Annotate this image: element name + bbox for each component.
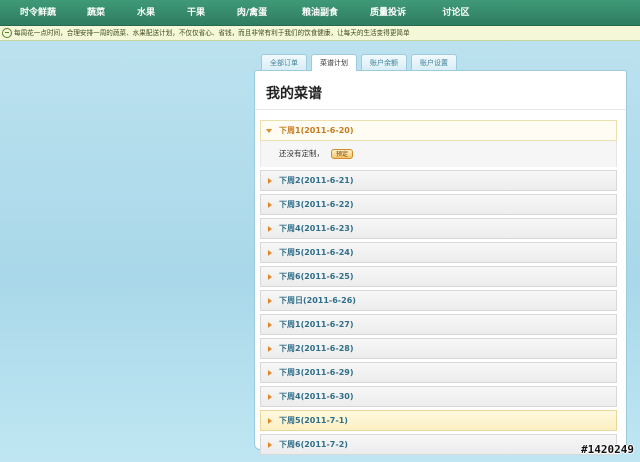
tab-account-settings[interactable]: 账户设置: [411, 54, 457, 70]
chevron-right-icon: [268, 298, 272, 304]
book-button[interactable]: 预定: [331, 149, 354, 159]
chevron-right-icon: [268, 442, 272, 448]
accordion-item-label: 下周5(2011-6-24): [279, 248, 354, 257]
accordion-item[interactable]: 下周3(2011-6-29): [260, 362, 617, 383]
accordion-item[interactable]: 下周4(2011-6-23): [260, 218, 617, 239]
nav-item-dried-fruit[interactable]: 干果: [174, 0, 218, 26]
tab-all-orders[interactable]: 全部订单: [261, 54, 307, 70]
accordion-item-open[interactable]: 下周1(2011-6-20): [260, 120, 617, 141]
accordion-item[interactable]: 下周日(2011-6-26): [260, 290, 617, 311]
accordion-item-label: 下周1(2011-6-27): [279, 320, 354, 329]
nav-item-forum[interactable]: 讨论区: [428, 0, 484, 26]
accordion-item-body: 还没有定制， 预定: [260, 141, 617, 167]
accordion-item-label: 下周日(2011-6-26): [279, 296, 356, 305]
chevron-right-icon: [268, 394, 272, 400]
chevron-right-icon: [268, 202, 272, 208]
chevron-right-icon: [268, 178, 272, 184]
minus-circle-icon[interactable]: [2, 28, 12, 38]
top-navigation: 时令鲜蔬 蔬菜 水果 干果 肉/禽蛋 粮油副食 质量投诉 讨论区: [0, 0, 640, 26]
chevron-right-icon: [268, 346, 272, 352]
notice-bar: 每周花一点时间，合理安排一周的蔬菜、水果配送计划，不仅仅省心、省钱，而且非常有利…: [0, 26, 640, 41]
nav-item-fruit[interactable]: 水果: [124, 0, 168, 26]
accordion-item-label: 下周5(2011-7-1): [279, 416, 348, 425]
watermark: #1420249: [581, 443, 634, 456]
chevron-right-icon: [268, 250, 272, 256]
accordion-item[interactable]: 下周2(2011-6-21): [260, 170, 617, 191]
accordion-item[interactable]: 下周1(2011-6-27): [260, 314, 617, 335]
accordion-item[interactable]: 下周5(2011-6-24): [260, 242, 617, 263]
accordion-item[interactable]: 下周6(2011-6-25): [260, 266, 617, 287]
accordion-item[interactable]: 下周4(2011-6-30): [260, 386, 617, 407]
chevron-right-icon: [268, 274, 272, 280]
accordion-item-highlighted[interactable]: 下周5(2011-7-1): [260, 410, 617, 431]
page-title: 我的菜谱: [266, 86, 322, 102]
accordion-item-label: 下周2(2011-6-28): [279, 344, 354, 353]
accordion-item-label: 下周3(2011-6-29): [279, 368, 354, 377]
nav-item-seasonal-vegetables[interactable]: 时令鲜蔬: [10, 0, 66, 26]
accordion-item-label: 下周6(2011-6-25): [279, 272, 354, 281]
not-customized-text: 还没有定制，: [279, 149, 324, 158]
tab-menu-plan[interactable]: 菜谱计划: [311, 54, 357, 71]
menu-panel: 我的菜谱 下周1(2011-6-20) 还没有定制， 预定 下周2(2011-6…: [254, 70, 627, 455]
nav-item-grain-oil[interactable]: 粮油副食: [292, 0, 348, 26]
accordion-item-label: 下周4(2011-6-30): [279, 392, 354, 401]
chevron-right-icon: [268, 322, 272, 328]
accordion-item-label: 下周1(2011-6-20): [279, 126, 354, 135]
accordion-item[interactable]: 下周3(2011-6-22): [260, 194, 617, 215]
accordion-item[interactable]: 下周6(2011-7-2): [260, 434, 617, 455]
chevron-right-icon: [268, 370, 272, 376]
nav-item-vegetables[interactable]: 蔬菜: [74, 0, 118, 26]
nav-item-meat-eggs[interactable]: 肉/禽蛋: [226, 0, 278, 26]
accordion-item-label: 下周6(2011-7-2): [279, 440, 348, 449]
chevron-down-icon: [266, 129, 272, 133]
menu-accordion: 下周1(2011-6-20) 还没有定制， 预定 下周2(2011-6-21) …: [260, 120, 617, 458]
notice-text: 每周花一点时间，合理安排一周的蔬菜、水果配送计划，不仅仅省心、省钱，而且非常有利…: [14, 29, 410, 37]
accordion-item-label: 下周2(2011-6-21): [279, 176, 354, 185]
chevron-right-icon: [268, 418, 272, 424]
chevron-right-icon: [268, 226, 272, 232]
nav-item-complaints[interactable]: 质量投诉: [360, 0, 416, 26]
tab-account-balance[interactable]: 账户余额: [361, 54, 407, 70]
accordion-item-label: 下周3(2011-6-22): [279, 200, 354, 209]
accordion-item[interactable]: 下周2(2011-6-28): [260, 338, 617, 359]
divider: [255, 109, 626, 110]
accordion-item-label: 下周4(2011-6-23): [279, 224, 354, 233]
